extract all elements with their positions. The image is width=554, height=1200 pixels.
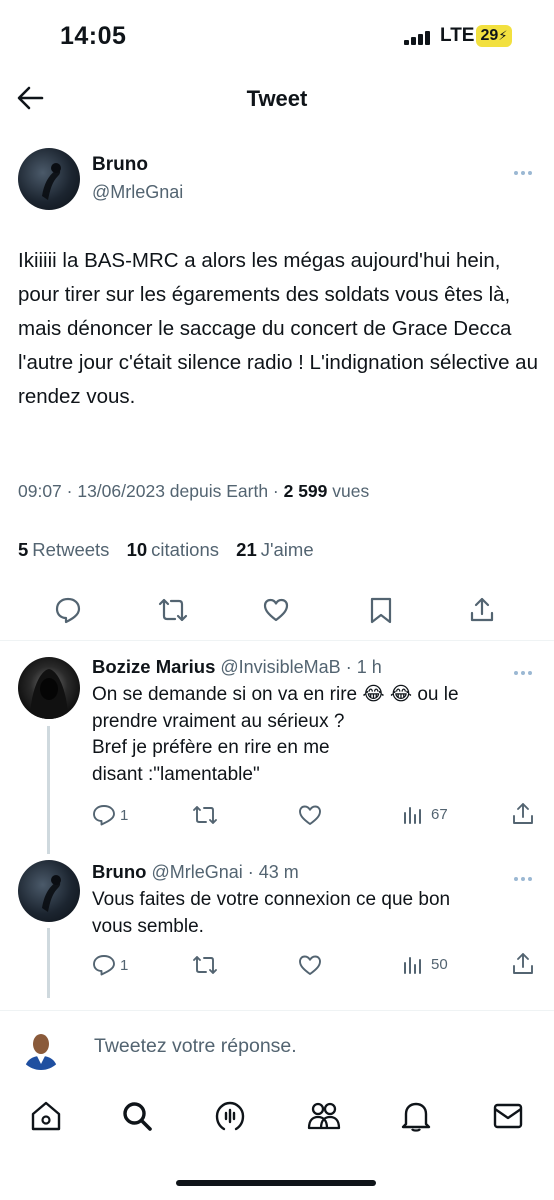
reply-text: Vous faites de votre connexion ce que bo… [92, 887, 532, 940]
avatar[interactable] [18, 860, 80, 922]
more-options-icon[interactable] [514, 162, 536, 175]
reply-time: · 1 h [340, 657, 382, 677]
reply-text-line: Bref je préfère en rire en me [92, 737, 330, 758]
reply-author-name[interactable]: Bruno [92, 861, 146, 882]
reply-author-handle[interactable]: @InvisibleMaB [220, 657, 340, 677]
share-icon[interactable] [468, 596, 496, 624]
views-count: 50 [431, 955, 448, 973]
retweet-icon[interactable] [192, 954, 218, 976]
like-icon[interactable] [298, 954, 322, 976]
spaces-icon[interactable] [214, 1100, 246, 1132]
more-options-icon[interactable] [514, 662, 536, 675]
quotes-label: citations [151, 539, 220, 560]
tweet-text: Ikiiiii la BAS-MRC a alors les mégas auj… [18, 249, 538, 408]
author-handle[interactable]: @MrleGnai [92, 182, 183, 203]
divider [0, 640, 554, 641]
thread-line [47, 726, 50, 854]
notifications-bell-icon[interactable] [400, 1100, 432, 1132]
retweets-count: 5 [18, 539, 29, 560]
avatar[interactable] [18, 148, 80, 210]
bar-chart-icon [404, 807, 421, 824]
battery-indicator: 29⚡ [476, 25, 512, 47]
status-time: 14:05 [60, 22, 127, 50]
like-icon[interactable] [298, 804, 322, 826]
reply-header: Bozize Marius @InvisibleMaB · 1 h [92, 656, 382, 678]
reply-count: 1 [120, 806, 129, 824]
reply-text-line: Vous faites de votre connexion ce que bo… [92, 889, 451, 910]
reply-button[interactable]: 1 [92, 804, 128, 826]
share-icon[interactable] [512, 952, 534, 976]
bar-chart-icon [404, 957, 421, 974]
reply-icon [93, 805, 115, 826]
home-icon[interactable] [30, 1100, 62, 1132]
mail-icon[interactable] [492, 1100, 524, 1132]
author-name[interactable]: Bruno [92, 154, 148, 176]
likes-stat[interactable]: 21 J'aime [236, 539, 313, 560]
tweet-stats: 5 Retweets 10 citations 21 J'aime [18, 539, 326, 561]
retweet-icon[interactable] [158, 596, 188, 624]
tweet-timestamp: 09:07 · 13/06/2023 depuis Earth · [18, 481, 284, 501]
tweet-meta: 09:07 · 13/06/2023 depuis Earth · 2 599 … [18, 481, 369, 502]
thread-line [47, 928, 50, 998]
reply-author-name[interactable]: Bozize Marius [92, 656, 215, 677]
share-icon[interactable] [512, 802, 534, 826]
quotes-stat[interactable]: 10 citations [127, 539, 219, 560]
divider [0, 1010, 554, 1011]
search-icon[interactable] [121, 1100, 153, 1132]
battery-level: 29 [480, 27, 499, 44]
reply-text: On se demande si on va en rire 😂 😂 ou le… [92, 682, 532, 788]
bookmark-icon[interactable] [367, 596, 395, 624]
likes-count: 21 [236, 539, 257, 560]
views-button[interactable]: 50 [403, 954, 448, 974]
communities-icon[interactable] [307, 1100, 341, 1132]
retweet-icon[interactable] [192, 804, 218, 826]
reply-text-line: prendre vraiment au sérieux ? [92, 710, 345, 732]
reply-header: Bruno @MrleGnai · 43 m [92, 861, 299, 883]
reply-text-line: disant :"lamentable" [92, 763, 260, 785]
like-icon[interactable] [262, 596, 290, 624]
reply-author-handle[interactable]: @MrleGnai [151, 862, 242, 882]
views-count: 67 [431, 805, 448, 823]
avatar[interactable] [18, 657, 80, 719]
reply-text-line: On se demande si on va en rire 😂 😂 ou le [92, 684, 459, 705]
reply-icon[interactable] [54, 596, 82, 624]
reply-button[interactable]: 1 [92, 954, 128, 976]
likes-label: J'aime [260, 539, 314, 560]
network-type: LTE [440, 25, 475, 46]
reply-text-line: vous semble. [92, 915, 204, 937]
retweets-label: Retweets [32, 539, 110, 560]
views-button[interactable]: 67 [403, 804, 448, 824]
retweets-stat[interactable]: 5 Retweets [18, 539, 109, 560]
user-avatar[interactable] [18, 1024, 64, 1070]
more-options-icon[interactable] [514, 868, 536, 881]
signal-icon [404, 31, 434, 45]
quotes-count: 10 [126, 539, 148, 560]
page-title: Tweet [246, 86, 308, 111]
reply-count: 1 [120, 956, 129, 974]
views-label: vues [327, 481, 370, 501]
home-indicator [176, 1180, 376, 1186]
views-count: 2 599 [283, 481, 328, 501]
reply-time: · 43 m [242, 862, 299, 882]
reply-icon [93, 955, 115, 976]
reply-input[interactable]: Tweetez votre réponse. [94, 1035, 297, 1058]
